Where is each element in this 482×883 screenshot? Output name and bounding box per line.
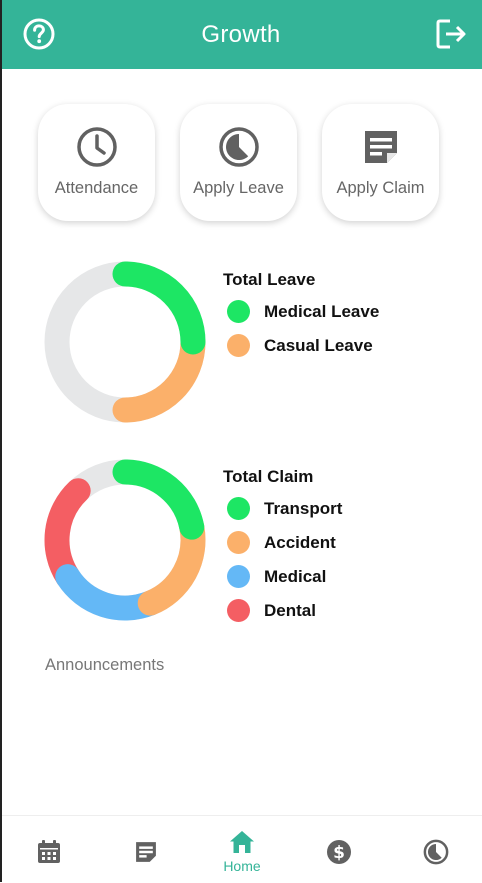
calendar-icon [38, 840, 60, 863]
page-title: Growth [201, 20, 281, 48]
logout-icon [436, 19, 466, 49]
legend-label: Medical [264, 566, 327, 586]
apply-leave-label: Apply Leave [193, 179, 284, 197]
legend-item-medical-leave: Medical Leave [227, 300, 379, 323]
total-leave-legend: Total Leave Medical Leave Casual Leave [223, 270, 379, 357]
legend-swatch [227, 565, 250, 588]
donut-segment-transport [112, 459, 205, 540]
note-icon [364, 131, 397, 163]
home-icon [230, 831, 254, 853]
app-header: Growth [0, 0, 482, 69]
help-circle-icon [23, 18, 55, 50]
legend-swatch [227, 599, 250, 622]
legend-title: Total Leave [223, 270, 316, 289]
dollar-icon: $ [327, 840, 351, 864]
nav-home[interactable]: Home [212, 816, 272, 883]
donut-segment-dental [44, 478, 91, 590]
total-claim-donut-chart [44, 459, 206, 621]
legend-title: Total Claim [223, 467, 314, 486]
donut-segment-casual-leave [112, 329, 206, 423]
screen-edge [0, 0, 2, 882]
legend-item-transport: Transport [227, 497, 342, 520]
bottom-navigation: Home $ [0, 815, 482, 883]
apply-leave-button[interactable]: Apply Leave [180, 104, 297, 221]
legend-swatch [227, 531, 250, 554]
announcements-heading: Announcements [45, 656, 165, 674]
pie-timer-icon [423, 839, 449, 865]
legend-swatch [227, 300, 250, 323]
apply-claim-button[interactable]: Apply Claim [322, 104, 439, 221]
note-icon [136, 842, 156, 862]
app-screen: Growth Attendance Apply Leave Apply Clai… [0, 0, 482, 883]
legend-item-dental: Dental [227, 599, 316, 622]
nav-home-label: Home [223, 858, 261, 874]
nav-payroll[interactable]: $ [309, 816, 369, 883]
legend-label: Medical Leave [264, 301, 380, 321]
nav-calendar[interactable] [19, 816, 79, 883]
logout-button[interactable] [434, 17, 468, 51]
legend-label: Dental [264, 600, 316, 620]
legend-item-accident: Accident [227, 531, 336, 554]
legend-item-casual-leave: Casual Leave [227, 334, 373, 357]
total-claim-legend: Total Claim Transport Accident Medical D… [223, 467, 342, 622]
legend-item-medical: Medical [227, 565, 326, 588]
donut-segment-accident [137, 514, 206, 616]
nav-claims[interactable] [116, 816, 176, 883]
pie-timer-icon [218, 127, 259, 167]
clock-icon [76, 127, 117, 167]
donut-segment-medical-leave [112, 261, 206, 355]
svg-text:$: $ [333, 843, 345, 863]
apply-claim-label: Apply Claim [336, 179, 425, 197]
legend-swatch [227, 334, 250, 357]
help-button[interactable] [22, 17, 56, 51]
legend-swatch [227, 497, 250, 520]
attendance-label: Attendance [54, 179, 139, 197]
total-leave-donut-chart [44, 261, 206, 423]
legend-label: Accident [264, 532, 336, 552]
legend-label: Casual Leave [264, 335, 373, 355]
attendance-button[interactable]: Attendance [38, 104, 155, 221]
legend-label: Transport [264, 498, 343, 518]
nav-leave[interactable] [406, 816, 466, 883]
